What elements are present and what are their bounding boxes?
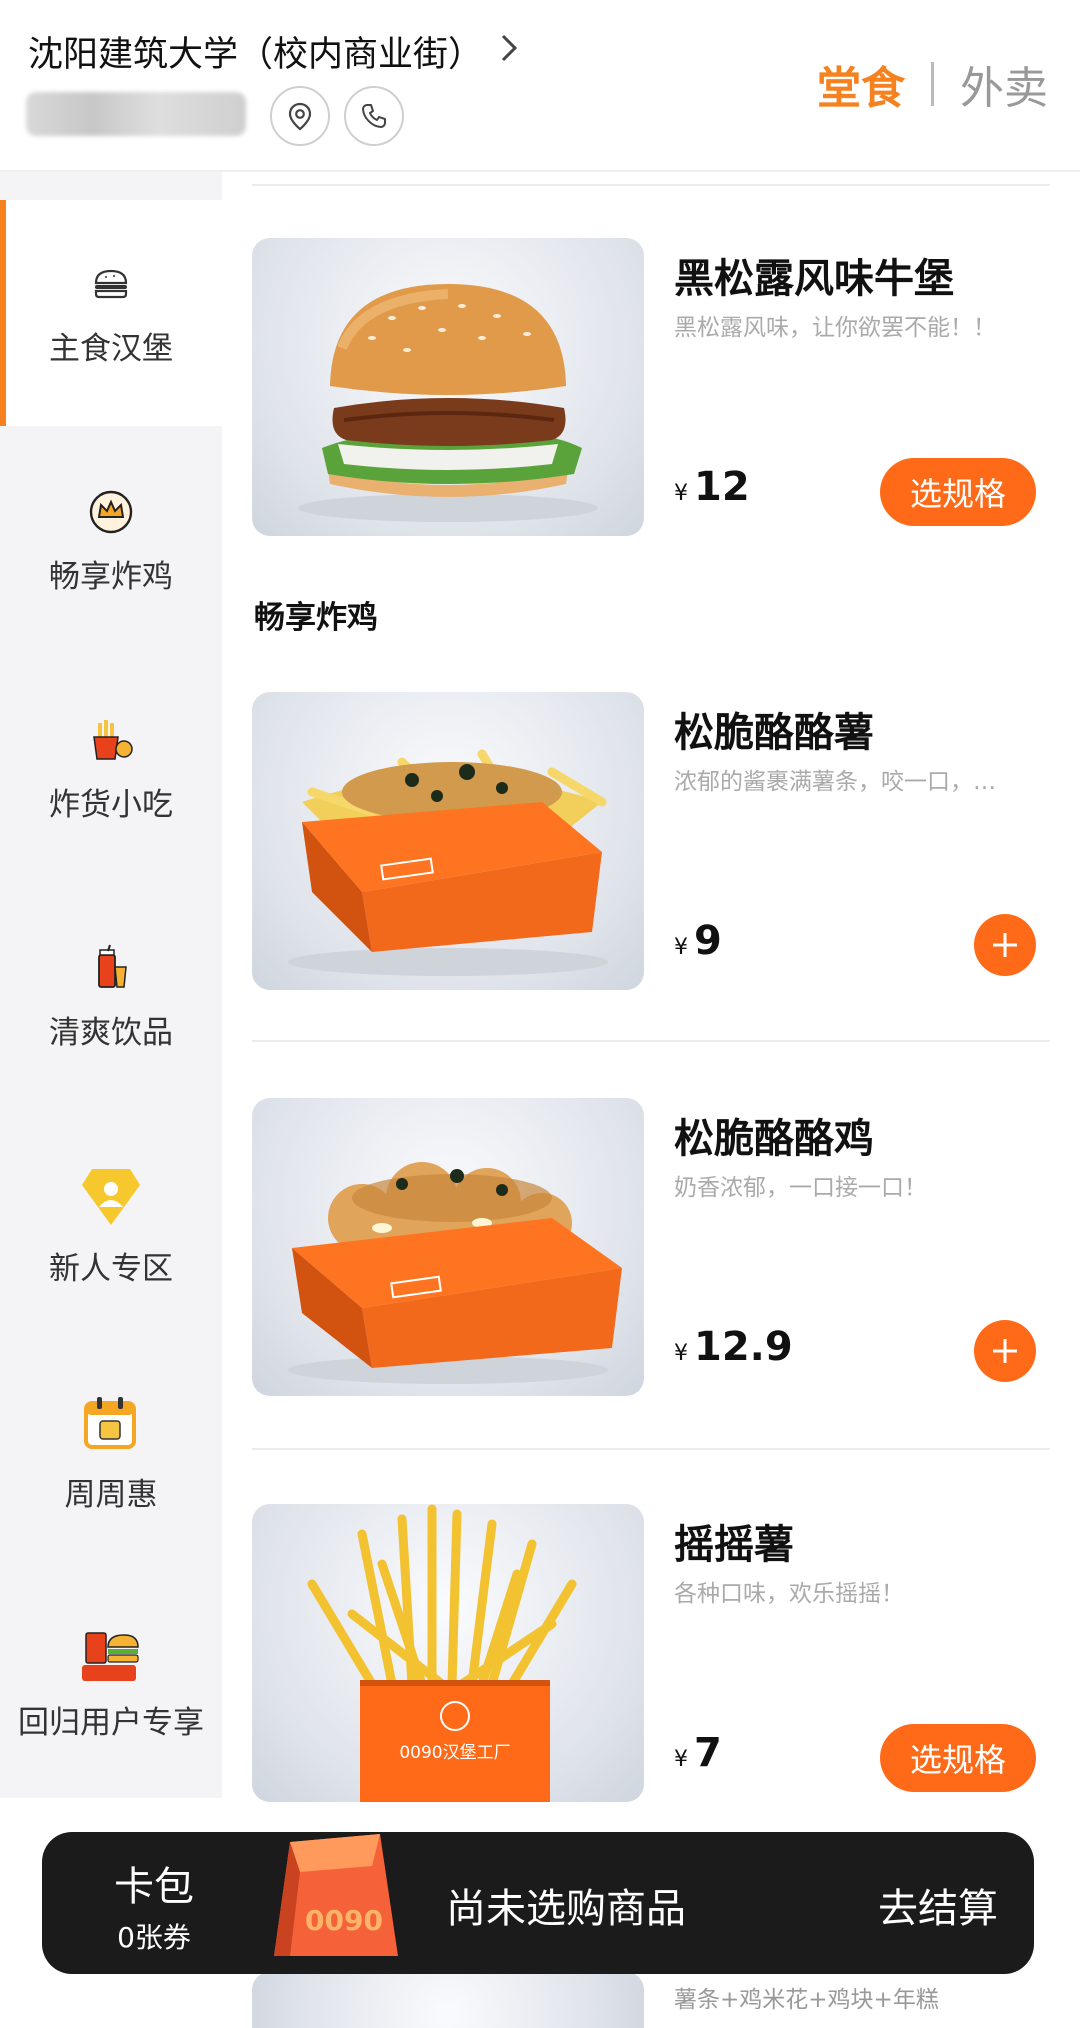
category-sidebar: 主食汉堡 畅享炸鸡 炸货小吃 清爽饮品 新人专区 周周惠 回归用户专享: [0, 172, 222, 1798]
price-value: 9: [694, 918, 722, 964]
calendar-discount-icon: [84, 1396, 136, 1449]
order-mode-tabs: 堂食 外卖: [817, 52, 1048, 116]
store-name[interactable]: 沈阳建筑大学（校内商业街）: [28, 26, 483, 77]
product-item[interactable]: 松脆酪酪薯 浓郁的酱裹满薯条，咬一口，… ¥9: [252, 692, 1052, 992]
tab-dine-in[interactable]: 堂食: [817, 52, 905, 116]
product-image: [252, 1098, 644, 1396]
sidebar-item-label: 新人专区: [49, 1250, 173, 1287]
price-value: 7: [694, 1730, 722, 1776]
new-user-badge-icon: [82, 1168, 140, 1225]
phone-button[interactable]: [344, 86, 404, 146]
bag-brand: 0090: [305, 1904, 383, 1937]
fries-box-brand: 0090汉堡工厂: [399, 1743, 510, 1763]
price-value: 12.9: [694, 1324, 793, 1370]
product-desc: 浓郁的酱裹满薯条，咬一口，…: [674, 769, 996, 795]
select-spec-button[interactable]: 选规格: [880, 458, 1036, 526]
phone-icon: [362, 104, 386, 128]
product-desc: 各种口味，欢乐摇摇！: [674, 1581, 904, 1607]
cart-status: 尚未选购商品: [446, 1886, 686, 1932]
product-image: [252, 238, 644, 536]
product-image: 0090汉堡工厂: [252, 1504, 644, 1802]
product-desc: 奶香浓郁，一口接一口！: [674, 1175, 927, 1201]
shaker-fries-photo: 0090汉堡工厂: [307, 1504, 577, 1802]
sidebar-item-label: 回归用户专享: [18, 1704, 204, 1741]
product-price: ¥9: [674, 918, 722, 964]
drink-icon: [98, 944, 127, 988]
currency-symbol: ¥: [674, 1341, 688, 1366]
list-divider: [252, 1040, 1050, 1042]
sidebar-item-label: 周周惠: [64, 1476, 158, 1513]
sidebar-item-returning-users[interactable]: 回归用户专享: [0, 1568, 222, 1794]
store-header: 沈阳建筑大学（校内商业街） 堂食 外卖: [0, 0, 1080, 172]
chevron-right-icon[interactable]: [494, 30, 524, 66]
card-pack-title: 卡包: [114, 1864, 194, 1910]
currency-symbol: ¥: [674, 481, 688, 506]
sidebar-item-label: 清爽饮品: [49, 1014, 173, 1051]
list-divider: [252, 1448, 1050, 1450]
checkout-button[interactable]: 去结算: [878, 1876, 998, 1934]
product-desc: 黑松露风味，让你欲罢不能！！: [674, 315, 996, 341]
sidebar-item-label: 畅享炸鸡: [49, 558, 173, 595]
product-list: 黑松露风味牛堡 黑松露风味，让你欲罢不能！！ ¥12 选规格 畅享炸鸡 松脆酪酪…: [222, 172, 1080, 2028]
price-value: 12: [694, 464, 750, 510]
card-pack-count: 0张券: [117, 1921, 191, 1954]
currency-symbol: ¥: [674, 1747, 688, 1772]
sidebar-item-label: 炸货小吃: [49, 786, 173, 823]
product-item[interactable]: 松脆酪酪鸡 奶香浓郁，一口接一口！ ¥12.9: [252, 1098, 1052, 1398]
cart-bar: 卡包 0张券 0090 尚未选购商品 去结算: [42, 1832, 1034, 1974]
card-pack[interactable]: 卡包 0张券: [104, 1854, 204, 1956]
product-item[interactable]: 黑松露风味牛堡 黑松露风味，让你欲罢不能！！ ¥12 选规格: [252, 238, 1052, 538]
product-item[interactable]: 0090汉堡工厂 摇摇薯 各种口味，欢乐摇摇！ ¥7 选规格: [252, 1504, 1052, 1804]
burger-photo: [298, 284, 598, 522]
location-button[interactable]: [270, 86, 330, 146]
fries-icon: [93, 719, 133, 760]
cheese-chicken-photo: [288, 1162, 622, 1384]
product-image: [252, 692, 644, 990]
store-address-blurred: [26, 92, 246, 136]
location-pin-icon: [288, 102, 312, 131]
sidebar-item-drinks[interactable]: 清爽饮品: [0, 884, 222, 1110]
sidebar-item-label: 主食汉堡: [49, 330, 173, 367]
currency-symbol: ¥: [674, 935, 688, 960]
plus-icon: [993, 1339, 1017, 1363]
burger-icon: [94, 269, 128, 298]
tab-separator: [931, 62, 934, 106]
product-price: ¥7: [674, 1730, 722, 1776]
peek-product-image: [252, 1972, 644, 2028]
product-name: 松脆酪酪鸡: [674, 1116, 874, 1162]
tab-delivery[interactable]: 外卖: [960, 52, 1048, 116]
sidebar-item-new-users[interactable]: 新人专区: [0, 1112, 222, 1338]
select-spec-button[interactable]: 选规格: [880, 1724, 1036, 1792]
section-title: 畅享炸鸡: [254, 600, 378, 636]
list-divider: [252, 184, 1050, 186]
returning-user-icon: [82, 1631, 139, 1681]
product-name: 摇摇薯: [674, 1522, 794, 1568]
plus-icon: [993, 933, 1017, 957]
sidebar-item-fried-chicken[interactable]: 畅享炸鸡: [0, 428, 222, 654]
crown-icon: [89, 490, 133, 533]
cheese-fries-photo: [288, 749, 608, 976]
shopping-bag-icon[interactable]: 0090: [260, 1820, 410, 1958]
peek-product-desc: 薯条+鸡米花+鸡块+年糕: [674, 1987, 939, 2013]
add-to-cart-button[interactable]: [974, 1320, 1036, 1382]
sidebar-item-fried-snacks[interactable]: 炸货小吃: [0, 656, 222, 882]
product-price: ¥12.9: [674, 1324, 793, 1370]
sidebar-item-main-burgers[interactable]: 主食汉堡: [0, 200, 222, 426]
add-to-cart-button[interactable]: [974, 914, 1036, 976]
product-name: 松脆酪酪薯: [674, 710, 874, 756]
sidebar-item-weekly-deals[interactable]: 周周惠: [0, 1340, 222, 1566]
product-price: ¥12: [674, 464, 750, 510]
product-name: 黑松露风味牛堡: [674, 256, 954, 302]
